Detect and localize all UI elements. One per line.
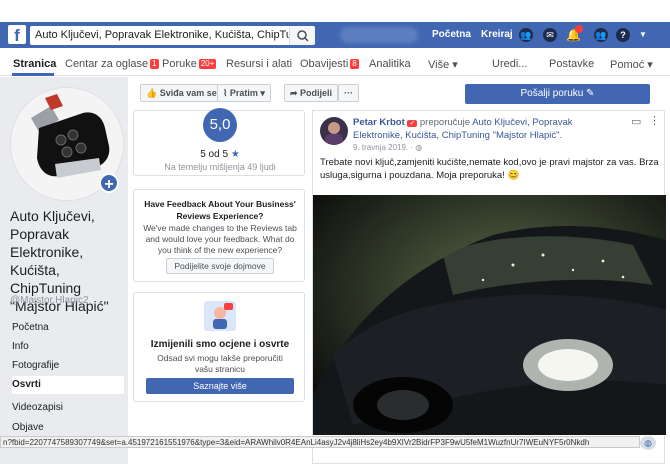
feedback-title: Have Feedback About Your Business' Revie… — [144, 199, 296, 221]
globe-icon[interactable]: ◍ — [640, 436, 656, 450]
share-button[interactable]: ➦ Podijeli — [284, 84, 339, 102]
globe-icon: ◍ — [415, 143, 423, 152]
rating-out-of-text: 5 od 5 — [200, 149, 229, 160]
notification-badge — [575, 25, 583, 33]
top-navigation-bar: f Auto Ključevi, Popravak Elektronike, K… — [0, 22, 670, 48]
pencil-icon: ✎ — [586, 88, 595, 99]
post-options-icon[interactable]: ⋮ — [649, 114, 660, 127]
facebook-logo-icon[interactable]: f — [8, 25, 26, 44]
author-avatar[interactable] — [320, 117, 348, 145]
rss-icon: ⌇ — [223, 88, 230, 98]
star-icon: ★ — [230, 149, 240, 160]
rating-summary-card: 5,0 5 od 5 ★ Na temelju mišljenja 49 lju… — [133, 108, 306, 176]
tab-notifications-count: 8 — [350, 59, 359, 69]
add-photo-button[interactable]: + — [99, 173, 119, 193]
status-bar-url: n?fbid=2207747589307749&set=a.4519721615… — [0, 436, 640, 448]
tab-notifications[interactable]: Obavijesti 8 — [300, 58, 359, 70]
share-button-label: Podijeli — [300, 88, 333, 98]
dropdown-arrow-icon[interactable]: ▼ — [636, 28, 650, 42]
send-message-button[interactable]: Pošalji poruku ✎ — [465, 84, 650, 104]
sidebar-item-home[interactable]: Početna — [12, 319, 124, 337]
create-link[interactable]: Kreiraj — [481, 29, 513, 40]
page-action-bar: 👍 Sviđa vam se ▾ ⌇ Pratim ▾ ➦ Podijeli ·… — [140, 84, 660, 104]
post-date[interactable]: 9. travnja 2019. · ◍ — [353, 143, 422, 152]
reviews-change-card: Izmijenili smo ocjene i osvrte Odsad svi… — [133, 292, 305, 402]
more-options-button[interactable]: ··· — [338, 84, 359, 102]
profile-name-blurred[interactable] — [340, 27, 418, 43]
page-handle[interactable]: @Majstor.Hlapic2 — [10, 295, 89, 306]
comment-edit-icon[interactable]: ▭ — [631, 115, 641, 128]
search-input[interactable]: Auto Ključevi, Popravak Elektronike, Kuć… — [30, 26, 315, 45]
rating-based-on: Na temelju mišljenja 49 ljudi — [164, 162, 276, 172]
tab-settings[interactable]: Postavke — [549, 58, 594, 70]
tab-notifications-label: Obavijesti — [300, 58, 349, 70]
sidebar-item-info[interactable]: Info — [12, 338, 124, 356]
follow-button-label: Pratim ▾ — [229, 88, 265, 98]
share-feedback-button[interactable]: Podijelite svoje dojmove — [166, 258, 274, 274]
learn-more-button[interactable]: Saznajte više — [146, 378, 294, 394]
send-message-label: Pošalji poruku — [520, 88, 584, 99]
tab-help[interactable]: Pomoć ▾ — [610, 58, 653, 71]
sidebar-item-photos[interactable]: Fotografije — [12, 357, 124, 375]
reviews-illustration-icon — [204, 301, 236, 331]
active-tab-underline — [12, 73, 54, 76]
feedback-body: We've made changes to the Reviews tab an… — [143, 223, 297, 255]
post-action: preporučuje — [419, 117, 471, 128]
rating-out-of: 5 od 5 ★ — [134, 149, 306, 160]
follow-button[interactable]: ⌇ Pratim ▾ — [217, 84, 271, 102]
post-text: Trebate novi ključ,zamjeniti kućište,nem… — [320, 157, 659, 181]
groups-icon[interactable]: 👥 — [594, 28, 608, 42]
tab-messages-count: 20+ — [198, 59, 217, 69]
sidebar-item-posts[interactable]: Objave — [12, 419, 124, 437]
tab-ad-center-count: 1 — [150, 59, 159, 69]
share-icon: ➦ — [290, 88, 301, 98]
help-icon[interactable]: ? — [616, 28, 630, 42]
tab-messages[interactable]: Poruke 20+ — [162, 58, 217, 70]
car-photo-image — [313, 195, 666, 435]
tab-ad-center[interactable]: Centar za oglase 1 — [65, 58, 159, 70]
tab-page[interactable]: Stranica — [13, 58, 56, 70]
notifications-icon[interactable]: 🔔 — [566, 25, 583, 42]
like-button-label: Sviđa vam se ▾ — [159, 88, 224, 98]
left-sidebar: + Auto Ključevi, Popravak Elektronike, K… — [0, 77, 128, 464]
tab-resources[interactable]: Resursi i alati — [226, 58, 292, 70]
search-button[interactable] — [289, 26, 315, 45]
reviews-change-title: Izmijenili smo ocjene i osvrte — [150, 339, 290, 350]
recommend-badge-icon: ✓ — [407, 120, 418, 127]
reviews-change-body: Odsad svi mogu lakše preporučiti vašu st… — [157, 353, 283, 374]
feedback-card: Have Feedback About Your Business' Revie… — [133, 189, 305, 282]
search-input-value: Auto Ključevi, Popravak Elektronike, Kuć… — [35, 29, 315, 41]
page-tab-bar: Stranica Centar za oglase 1 Poruke 20+ Res… — [0, 49, 670, 76]
friend-requests-icon[interactable]: 👥 — [519, 28, 533, 42]
review-post: Petar Krbot ✓ preporučuje Auto Ključevi,… — [312, 110, 666, 464]
messenger-icon[interactable]: ✉ — [543, 28, 557, 42]
sidebar-item-reviews[interactable]: Osvrti — [12, 376, 124, 394]
tab-analytics[interactable]: Analitika — [369, 58, 411, 70]
search-icon — [297, 30, 309, 42]
post-date-text: 9. travnja 2019. · — [353, 143, 414, 152]
tab-ad-center-label: Centar za oglase — [65, 58, 149, 70]
like-icon: 👍 — [146, 88, 160, 98]
rating-score: 5,0 — [203, 108, 237, 142]
post-header: Petar Krbot ✓ preporučuje Auto Ključevi,… — [353, 117, 623, 142]
tab-messages-label: Poruke — [162, 58, 197, 70]
tab-more[interactable]: Više ▾ — [428, 58, 458, 71]
tab-edit[interactable]: Uredi... — [492, 58, 527, 70]
post-photo[interactable] — [313, 195, 666, 435]
sidebar-item-videos[interactable]: Videozapisi — [12, 399, 124, 417]
home-link[interactable]: Početna — [432, 29, 471, 40]
author-name[interactable]: Petar Krbot — [353, 117, 405, 128]
